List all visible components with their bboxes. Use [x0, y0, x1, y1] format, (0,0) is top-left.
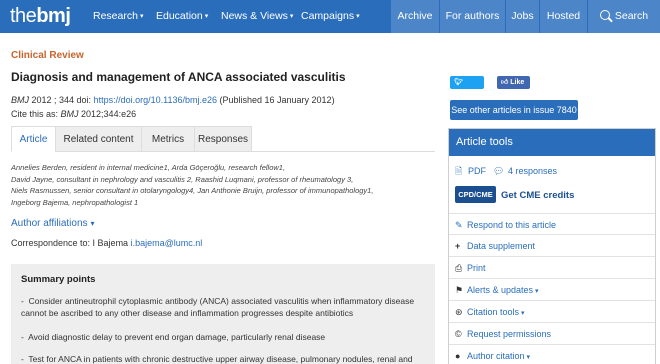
- chevron-down-icon: ▾: [356, 13, 360, 20]
- author-line: Niels Rasmussen, senior consultant in ot…: [11, 186, 374, 195]
- search-icon: [599, 10, 610, 20]
- nav-for-authors[interactable]: For authors: [439, 0, 505, 33]
- chevron-down-icon: ▾: [139, 13, 144, 20]
- pdf-link[interactable]: PDF: [468, 156, 486, 186]
- author-line: Ingeborg Bajema, nephropathologist 1: [11, 197, 139, 207]
- copyright-icon: ©: [455, 329, 462, 339]
- twitter-icon: 🐦︎: [454, 79, 463, 86]
- tool-data-supplement[interactable]: + Data supplement: [449, 235, 655, 257]
- plus-icon: +: [455, 241, 461, 251]
- pdf-responses-row: 🗎︎ PDF 💬︎ 4 responses: [449, 156, 655, 186]
- pdf-icon: 🗎︎: [455, 166, 463, 176]
- summary-point: - Consider antineutrophil cytoplasmic an…: [21, 296, 415, 318]
- chevron-down-icon: ▾: [535, 288, 539, 295]
- bmj-logo[interactable]: thebmj: [10, 5, 71, 27]
- correspondence: Correspondence to: I Bajema i.bajema@lum…: [11, 238, 203, 248]
- nav-search[interactable]: Search: [587, 0, 660, 33]
- email-link[interactable]: i.bajema@lumc.nl: [131, 238, 203, 248]
- facebook-like-button[interactable]: 👍︎ Like 0: [497, 76, 530, 99]
- citation-line: BMJ 2012 ; 344 doi: https://doi.org/10.1…: [11, 95, 335, 105]
- summary-heading: Summary points: [21, 274, 96, 285]
- summary-points-box: Summary points - Consider antineutrophil…: [11, 264, 435, 364]
- author-list: Annelies Berden, resident in internal me…: [11, 162, 431, 208]
- author-line: David Jayne, consultant in nephrology an…: [11, 174, 354, 184]
- tab-article[interactable]: Article: [11, 126, 56, 152]
- tool-author-citation[interactable]: ● Author citation ▾: [449, 345, 655, 364]
- article-title: Diagnosis and management of ANCA associa…: [11, 70, 346, 84]
- see-other-articles-button[interactable]: See other articles in issue 7840: [450, 100, 578, 120]
- cite-as-line: Cite this as: BMJ 2012;344:e26: [11, 109, 137, 119]
- nav-research[interactable]: Research ▾: [93, 0, 143, 33]
- tab-metrics[interactable]: Metrics: [141, 126, 195, 152]
- article-tools-heading: Article tools: [449, 129, 655, 156]
- nav-education[interactable]: Education ▾: [156, 0, 208, 33]
- article-tools-panel: Article tools 🗎︎ PDF 💬︎ 4 responses CPD/…: [448, 128, 656, 364]
- summary-point: - Avoid diagnostic delay to prevent end …: [21, 332, 326, 342]
- chevron-down-icon: ▾: [521, 310, 525, 317]
- print-icon: ⎙: [455, 263, 463, 273]
- tool-request-permissions[interactable]: © Request permissions: [449, 323, 655, 345]
- citation-icon: ⊛: [455, 307, 463, 317]
- author-affiliations-toggle[interactable]: Author affiliations ▾: [11, 218, 95, 229]
- chevron-down-icon: ▾: [289, 13, 294, 20]
- summary-point: - Test for ANCA in patients with chronic…: [21, 354, 413, 364]
- nav-news-views[interactable]: News & Views ▾: [221, 0, 293, 33]
- doi-link[interactable]: https://doi.org/10.1136/bmj.e26: [94, 95, 217, 105]
- chevron-down-icon: ▾: [526, 354, 531, 361]
- tool-respond[interactable]: ✎︎ Respond to this article: [449, 213, 655, 235]
- responses-link[interactable]: 4 responses: [508, 156, 557, 186]
- bell-icon: ⚑︎: [455, 285, 464, 295]
- nav-archive[interactable]: Archive: [390, 0, 439, 33]
- comment-icon: 💬︎: [493, 166, 505, 176]
- tool-print[interactable]: ⎙ Print: [449, 257, 655, 279]
- nav-jobs[interactable]: Jobs: [505, 0, 539, 33]
- tab-related-content[interactable]: Related content: [55, 126, 142, 152]
- chevron-down-icon: ▾: [90, 219, 95, 228]
- chat-bubble-icon: ✎︎: [455, 220, 463, 230]
- chevron-down-icon: ▾: [204, 13, 209, 20]
- top-navbar: thebmj Research ▾ Education ▾ News & Views…: [0, 0, 660, 33]
- tool-citation-tools[interactable]: ⊛ Citation tools ▾: [449, 301, 655, 323]
- author-line: Annelies Berden, resident in internal me…: [11, 163, 286, 172]
- cpd-cme-badge[interactable]: CPD/CME: [455, 186, 496, 203]
- get-cme-credits-link[interactable]: Get CME credits: [501, 190, 574, 201]
- tweet-button[interactable]: 🐦︎ Tweet: [450, 76, 484, 99]
- article-type-label: Clinical Review: [11, 50, 84, 61]
- nav-campaigns[interactable]: Campaigns ▾: [301, 0, 360, 33]
- person-icon: ●: [455, 351, 461, 361]
- nav-hosted[interactable]: Hosted: [539, 0, 587, 33]
- tab-responses[interactable]: Responses: [194, 126, 252, 152]
- thumbs-up-icon: 👍︎: [501, 79, 509, 86]
- tool-alerts-updates[interactable]: ⚑︎ Alerts & updates ▾: [449, 279, 655, 301]
